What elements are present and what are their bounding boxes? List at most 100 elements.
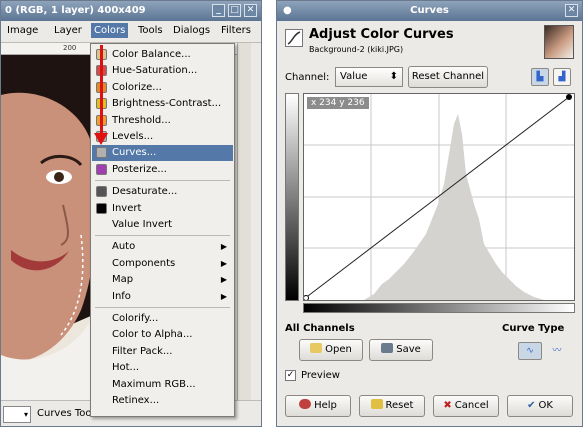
cancel-icon: ✖: [443, 400, 452, 411]
menu-item-label: Color to Alpha...: [112, 329, 193, 341]
reset-channel-button[interactable]: Reset Channel: [408, 66, 488, 88]
submenu-arrow-icon: ▶: [220, 275, 227, 285]
curve-graph[interactable]: x 234 y 236: [303, 93, 575, 301]
ok-icon: ✔: [527, 400, 536, 411]
ok-button[interactable]: ✔ OK: [507, 395, 573, 417]
menu-item-hue-saturation[interactable]: Hue-Saturation...: [92, 63, 233, 79]
chevron-down-icon: ⬍: [389, 71, 398, 82]
minimize-icon[interactable]: _: [212, 4, 225, 17]
menu-tools[interactable]: Tools: [138, 25, 163, 36]
ok-label: OK: [538, 400, 553, 411]
menu-item-auto[interactable]: Auto ▶: [92, 239, 233, 255]
menu-item-maximum-rgb[interactable]: Maximum RGB...: [92, 377, 233, 393]
curve-svg: [303, 94, 574, 301]
menu-item-label: Components: [112, 257, 176, 269]
preview-checkbox[interactable]: ✓: [285, 370, 296, 381]
cancel-button[interactable]: ✖ Cancel: [433, 395, 499, 417]
submenu-arrow-icon: ▶: [220, 258, 227, 268]
menu-item-label: Auto: [112, 241, 136, 253]
menu-colors[interactable]: Colors: [91, 23, 129, 38]
channel-dropdown[interactable]: Value ⬍: [335, 67, 403, 87]
channel-label: Channel:: [285, 72, 330, 83]
menu-item-icon: [96, 147, 107, 159]
close-icon[interactable]: ✕: [565, 4, 578, 17]
menu-item-color-to-alpha[interactable]: Color to Alpha...: [92, 327, 233, 343]
vertical-scrollbar[interactable]: [237, 43, 251, 400]
menu-item-label: Threshold...: [112, 114, 171, 126]
menu-item-map[interactable]: Map ▶: [92, 272, 233, 288]
menu-item-label: Invert: [112, 202, 142, 214]
menu-item-levels[interactable]: Levels...: [92, 129, 233, 145]
menu-item-retinex[interactable]: Retinex...: [92, 393, 233, 409]
floppy-icon: [381, 343, 394, 353]
image-window-titlebar[interactable]: 0 (RGB, 1 layer) 400x409 _ □ ✕: [1, 1, 261, 21]
menu-layer[interactable]: Layer: [54, 25, 82, 36]
menu-item-label: Brightness-Contrast...: [112, 98, 222, 110]
menu-item-filter-pack[interactable]: Filter Pack...: [92, 344, 233, 360]
menu-item-label: Map: [112, 274, 134, 286]
linear-histogram-icon[interactable]: ▙: [531, 68, 549, 86]
menu-item-label: Maximum RGB...: [112, 378, 196, 390]
menu-item-info[interactable]: Info ▶: [92, 289, 233, 305]
menu-item-label: Retinex...: [112, 395, 160, 406]
channel-value: Value: [340, 71, 368, 82]
menu-item-color-balance[interactable]: Color Balance...: [92, 47, 233, 63]
log-histogram-icon[interactable]: ▟: [553, 68, 571, 86]
reset-button[interactable]: Reset: [359, 395, 425, 417]
menu-item-value-invert[interactable]: Value Invert: [92, 217, 233, 233]
menu-filters[interactable]: Filters: [221, 25, 251, 36]
dialog-header: Adjust Color Curves Background-2 (kiki.J…: [277, 21, 582, 65]
freehand-curve-icon[interactable]: 〰: [547, 342, 567, 360]
menu-item-label: Colorify...: [112, 313, 159, 324]
window-menu-icon[interactable]: ●: [283, 1, 292, 21]
save-button[interactable]: Save: [369, 339, 433, 361]
menu-item-label: Value Invert: [112, 219, 173, 230]
menu-item-hot[interactable]: Hot...: [92, 360, 233, 376]
curve-type-label: Curve Type: [502, 323, 565, 334]
menu-item-label: Hue-Saturation...: [112, 65, 198, 77]
curves-dialog: ● Curves ✕ Adjust Color Curves Backgroun…: [276, 0, 583, 427]
menu-item-invert[interactable]: Invert: [92, 201, 233, 217]
menu-item-posterize[interactable]: Posterize...: [92, 162, 233, 178]
menu-item-icon: [96, 186, 107, 198]
help-button[interactable]: Help: [285, 395, 351, 417]
menu-item-colorize[interactable]: Colorize...: [92, 80, 233, 96]
image-window-title: 0 (RGB, 1 layer) 400x409: [5, 5, 146, 16]
help-icon: [299, 399, 312, 409]
menu-separator: [95, 235, 230, 237]
submenu-arrow-icon: ▶: [220, 242, 227, 252]
maximize-icon[interactable]: □: [228, 4, 241, 17]
curve-point-end: [566, 94, 572, 100]
menu-item-label: Colorize...: [112, 81, 162, 93]
help-label: Help: [314, 400, 337, 411]
curve-point-start: [303, 295, 309, 301]
menu-item-brightness-contrast[interactable]: Brightness-Contrast...: [92, 96, 233, 112]
curves-titlebar[interactable]: ● Curves ✕: [277, 1, 582, 21]
menu-image[interactable]: Image: [7, 25, 38, 36]
menu-item-label: Filter Pack...: [112, 345, 173, 357]
menu-item-icon: [96, 202, 107, 214]
menu-item-colorify[interactable]: Colorify...: [92, 311, 233, 327]
folder-icon: [310, 343, 323, 353]
close-icon[interactable]: ✕: [244, 4, 257, 17]
open-button[interactable]: Open: [299, 339, 363, 361]
annotation-arrow-shaft: [100, 45, 103, 135]
menu-dialogs[interactable]: Dialogs: [173, 25, 210, 36]
menu-item-desaturate[interactable]: Desaturate...: [92, 184, 233, 200]
menu-item-label: Info: [112, 290, 131, 302]
menu-item-label: Color Balance...: [112, 49, 191, 60]
menu-item-label: Levels...: [112, 131, 154, 142]
save-label: Save: [396, 344, 421, 355]
unit-dropdown[interactable]: ▾: [3, 406, 31, 423]
preview-label: Preview: [301, 370, 340, 381]
menu-separator: [95, 307, 230, 308]
histogram: [364, 114, 544, 300]
menu-item-components[interactable]: Components ▶: [92, 256, 233, 272]
input-gradient-bar: [303, 303, 575, 313]
menu-item-label: Desaturate...: [112, 186, 178, 198]
menu-separator: [95, 180, 230, 182]
menu-item-curves[interactable]: Curves...: [92, 145, 233, 162]
coordinate-readout: x 234 y 236: [307, 97, 369, 109]
smooth-curve-icon[interactable]: ∿: [518, 342, 542, 360]
menu-item-threshold[interactable]: Threshold...: [92, 113, 233, 129]
